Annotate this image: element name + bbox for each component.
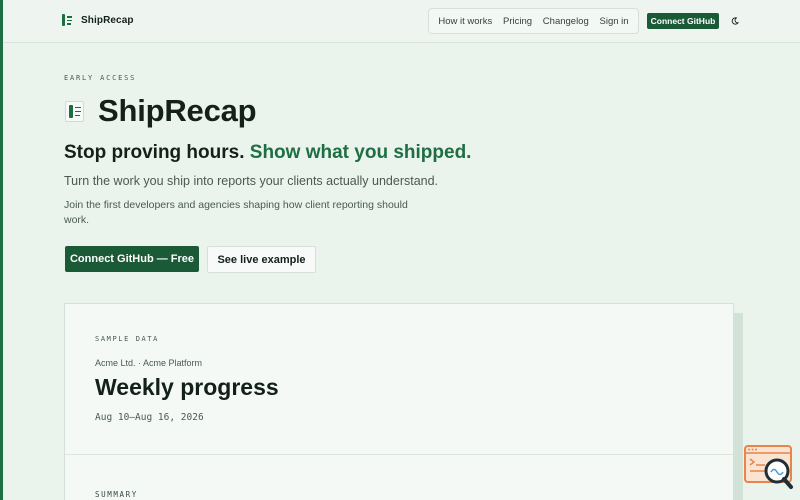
- nav-link-changelog[interactable]: Changelog: [543, 16, 589, 27]
- nav-link-how-it-works[interactable]: How it works: [438, 16, 492, 27]
- tagline-plain: Stop proving hours.: [64, 142, 245, 163]
- lead-text: Turn the work you ship into reports your…: [64, 174, 439, 188]
- page-title: ShipRecap: [98, 93, 257, 128]
- top-nav: ShipRecap How it works Pricing Changelog…: [3, 0, 800, 43]
- brand-name: ShipRecap: [81, 14, 134, 26]
- moon-icon[interactable]: [731, 17, 739, 25]
- nav-link-sign-in[interactable]: Sign in: [600, 16, 629, 27]
- connect-github-nav-button[interactable]: Connect GitHub: [647, 13, 719, 29]
- see-live-example-button[interactable]: See live example: [207, 246, 316, 273]
- sample-data-label: SAMPLE DATA: [95, 335, 159, 343]
- tagline-accent: Show what you shipped.: [249, 142, 472, 163]
- card-divider: [65, 454, 733, 455]
- early-access-label: EARLY ACCESS: [64, 74, 137, 82]
- logo-icon: [65, 100, 84, 122]
- sub-text: Join the first developers and agencies s…: [64, 199, 408, 226]
- report-title: Weekly progress: [95, 374, 279, 400]
- hero-title-row: ShipRecap: [65, 93, 257, 129]
- nav-links: How it works Pricing Changelog Sign in: [428, 8, 639, 34]
- chat-search-icon[interactable]: [743, 444, 795, 490]
- logo-icon: [62, 14, 73, 26]
- date-range: Aug 10–Aug 16, 2026: [95, 412, 204, 423]
- nav-link-pricing[interactable]: Pricing: [503, 16, 532, 27]
- client-name: Acme Ltd. · Acme Platform: [95, 358, 203, 368]
- connect-github-button[interactable]: Connect GitHub — Free: [65, 246, 199, 272]
- brand-link[interactable]: ShipRecap: [62, 14, 134, 26]
- sample-report-card: SAMPLE DATA Acme Ltd. · Acme Platform We…: [64, 303, 734, 500]
- summary-label: SUMMARY: [95, 490, 138, 499]
- tagline: Stop proving hours. Show what you shippe…: [64, 142, 471, 164]
